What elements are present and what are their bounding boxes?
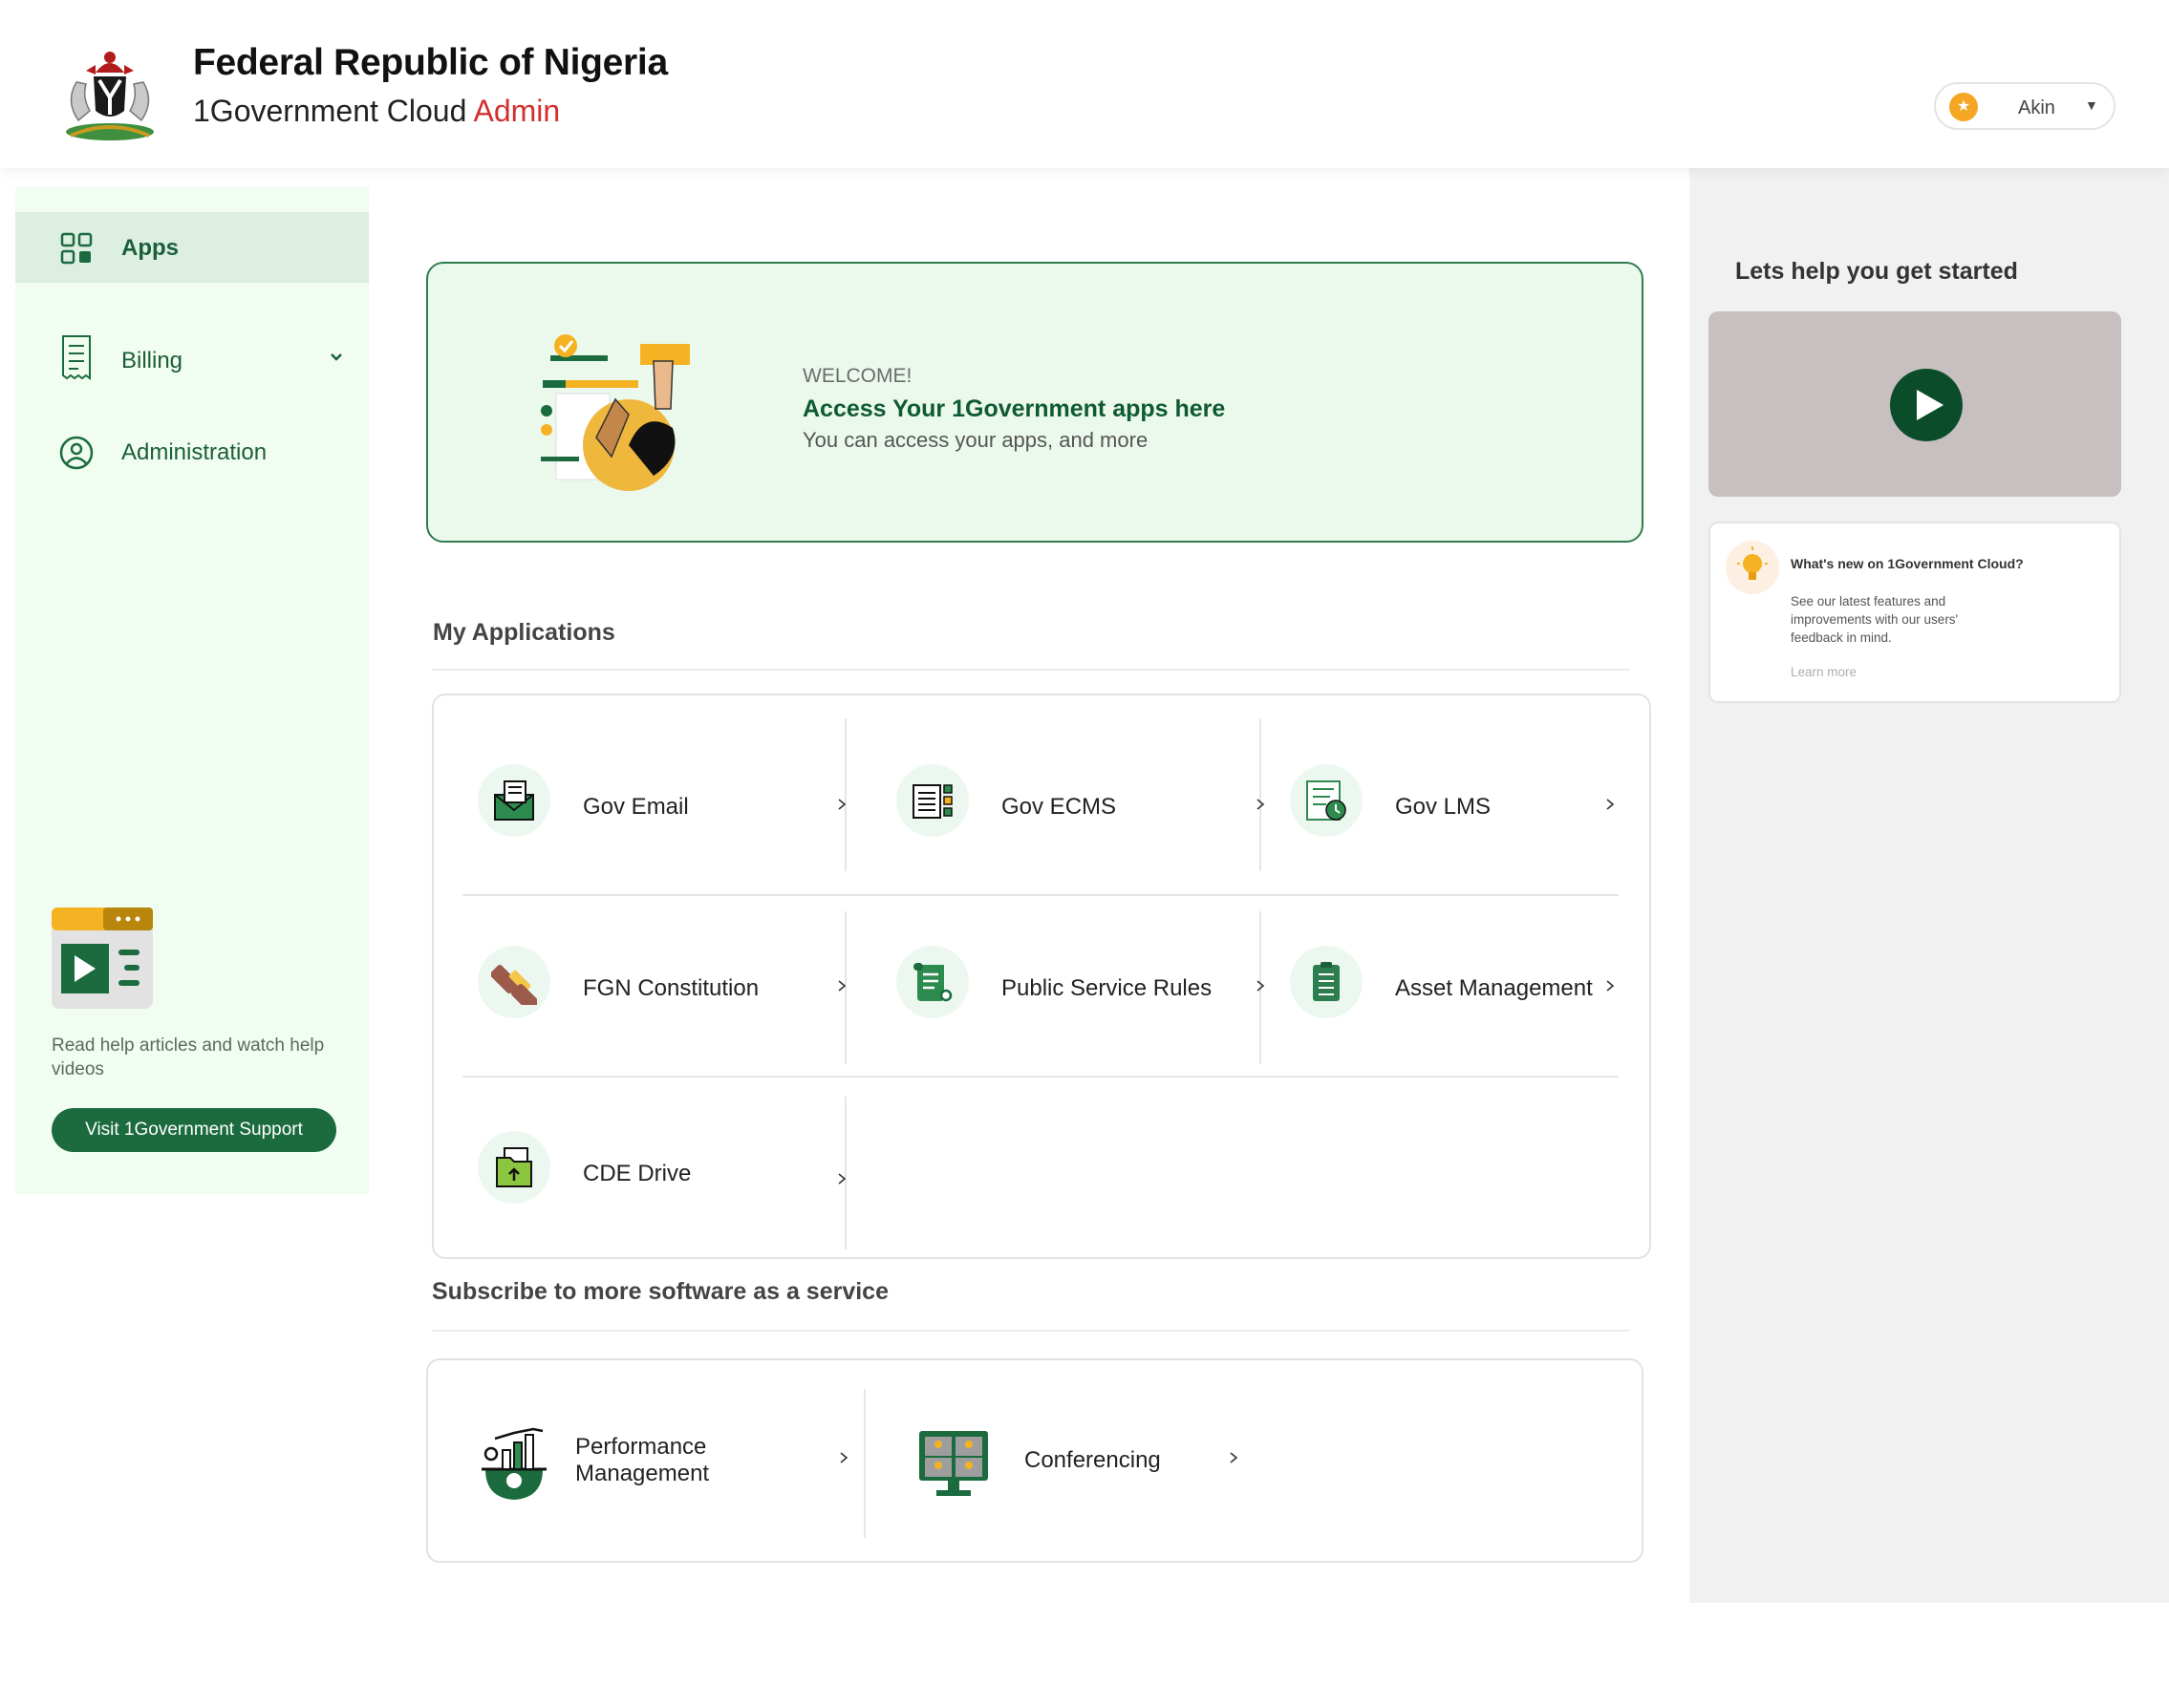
user-avatar: ★ xyxy=(1949,93,1978,121)
app-label: Public Service Rules xyxy=(1001,975,1213,1001)
sidebar-item-administration[interactable]: Administration xyxy=(15,416,369,487)
app-tile-public-service-rules[interactable]: Public Service Rules xyxy=(896,917,1278,1060)
app-label: Asset Management xyxy=(1395,975,1593,1001)
welcome-illustration xyxy=(541,334,690,491)
visit-support-button[interactable]: Visit 1Government Support xyxy=(52,1108,336,1152)
sidebar-item-billing[interactable]: Billing xyxy=(15,325,369,395)
app-label: Conferencing xyxy=(1024,1447,1161,1473)
user-name: Akin xyxy=(2018,97,2055,118)
app-label: Gov ECMS xyxy=(1001,794,1117,820)
email-icon xyxy=(478,764,550,837)
learning-icon xyxy=(1290,764,1363,837)
chevron-right-icon xyxy=(838,1173,847,1185)
app-tile-asset-management[interactable]: Asset Management xyxy=(1290,917,1672,1060)
whats-new-body: See our latest features and improvements… xyxy=(1791,594,1959,645)
brand-subtitle-admin: Admin xyxy=(473,94,561,128)
chevron-down-icon[interactable] xyxy=(327,348,346,367)
user-circle-icon xyxy=(59,436,94,470)
my-applications-title: My Applications xyxy=(433,619,615,646)
welcome-banner: WELCOME! Access Your 1Government apps he… xyxy=(426,262,1643,543)
intro-video[interactable] xyxy=(1708,311,2121,497)
gavel-icon xyxy=(478,946,550,1018)
caret-down-icon: ▼ xyxy=(2085,97,2098,113)
drive-folder-icon xyxy=(478,1131,550,1204)
grid-divider xyxy=(864,1389,866,1538)
app-label: Gov LMS xyxy=(1395,794,1492,820)
user-menu-button[interactable]: ★ Akin ▼ xyxy=(1934,82,2115,130)
app-tile-gov-lms[interactable]: Gov LMS xyxy=(1290,736,1672,879)
apps-grid-icon xyxy=(60,232,93,265)
app-label: CDE Drive xyxy=(583,1161,692,1186)
brand-title: Federal Republic of Nigeria xyxy=(193,42,668,83)
app-tile-gov-ecms[interactable]: Gov ECMS xyxy=(896,736,1278,879)
app-label: Performance Management xyxy=(575,1434,710,1486)
subscribe-title: Subscribe to more software as a service xyxy=(432,1278,889,1305)
performance-gear-icon xyxy=(482,1427,547,1500)
clipboard-icon xyxy=(1290,946,1363,1018)
brand-subtitle-main: 1Government Cloud xyxy=(193,94,467,128)
help-panel-title: Lets help you get started xyxy=(1735,258,2018,285)
section-divider xyxy=(432,669,1630,671)
documents-icon xyxy=(896,764,969,837)
play-icon xyxy=(1917,390,1944,420)
grid-divider xyxy=(462,1076,1619,1078)
my-applications-card: Gov Email Gov ECMS Gov LMS FGN Constitut… xyxy=(432,694,1651,1259)
chevron-right-icon xyxy=(840,1452,848,1463)
app-tile-conferencing[interactable]: Conferencing xyxy=(915,1389,1298,1532)
banner-headline: Access Your 1Government apps here xyxy=(803,395,1226,422)
scroll-icon xyxy=(896,946,969,1018)
video-conference-icon xyxy=(919,1431,988,1496)
receipt-icon xyxy=(62,335,91,380)
section-divider xyxy=(432,1330,1630,1332)
chevron-right-icon xyxy=(1256,980,1265,992)
banner-kicker: WELCOME! xyxy=(803,365,913,387)
app-label: FGN Constitution xyxy=(583,975,760,1001)
coat-of-arms-icon xyxy=(66,52,154,140)
help-panel: Lets help you get started What's new on … xyxy=(1689,168,2169,1603)
app-tile-fgn-constitution[interactable]: FGN Constitution xyxy=(478,917,860,1060)
app-tile-performance-management[interactable]: Performance Management xyxy=(476,1389,858,1532)
sidebar-item-label: Administration xyxy=(121,439,268,465)
brand-subtitle: 1Government Cloud Admin xyxy=(193,94,560,129)
chevron-right-icon xyxy=(838,980,847,992)
sidebar: Apps Billing Administration Read help ar… xyxy=(15,187,369,1194)
play-button[interactable] xyxy=(1890,369,1963,441)
sidebar-item-label: Billing xyxy=(121,348,183,374)
lightbulb-icon xyxy=(1726,541,1779,594)
app-tile-cde-drive[interactable]: CDE Drive xyxy=(478,1102,860,1246)
chevron-right-icon xyxy=(1256,799,1265,810)
chevron-right-icon xyxy=(1606,799,1615,810)
help-text: Read help articles and watch help videos xyxy=(52,1035,325,1079)
top-header: Federal Republic of Nigeria 1Government … xyxy=(0,0,2169,168)
app-tile-gov-email[interactable]: Gov Email xyxy=(478,736,860,879)
learn-more-link[interactable]: Learn more xyxy=(1791,665,1857,679)
sidebar-item-apps[interactable]: Apps xyxy=(15,212,369,283)
whats-new-card: What's new on 1Government Cloud? See our… xyxy=(1708,522,2121,703)
chevron-right-icon xyxy=(1606,980,1615,992)
chevron-right-icon xyxy=(838,799,847,810)
banner-subtext: You can access your apps, and more xyxy=(803,428,1149,452)
subscribe-card: Performance Management Conferencing xyxy=(426,1358,1643,1563)
app-label: Gov Email xyxy=(583,794,689,820)
chevron-right-icon xyxy=(1230,1452,1238,1463)
whats-new-title: What's new on 1Government Cloud? xyxy=(1791,556,2024,571)
sidebar-item-label: Apps xyxy=(121,235,179,261)
help-video-illustration xyxy=(52,907,153,1009)
grid-divider xyxy=(462,894,1619,896)
